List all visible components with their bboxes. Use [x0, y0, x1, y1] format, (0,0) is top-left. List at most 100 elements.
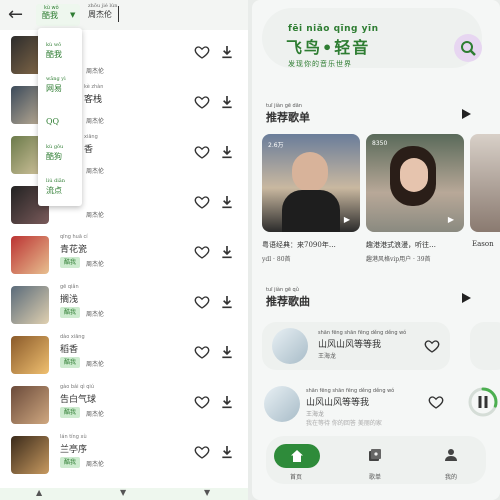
download-icon[interactable] [220, 344, 234, 360]
source-option[interactable]: kù gǒu 酷狗 [38, 134, 82, 168]
source-option[interactable]: wǎng yì 网易 [38, 66, 82, 100]
result-row[interactable]: gào bái qì qiú 告白气球 酷我 周杰伦 [0, 380, 248, 430]
nav-home-button[interactable] [274, 444, 320, 468]
playlist-card[interactable]: 8350 ▶ [366, 134, 464, 232]
result-row[interactable]: qīng huā cí 青花瓷 酷我 周杰伦 [0, 230, 248, 280]
playlist-name: Eason [472, 240, 494, 248]
heart-icon[interactable] [194, 344, 210, 360]
result-row[interactable]: gē qiǎn 搁浅 酷我 周杰伦 [0, 280, 248, 330]
playlist-card[interactable]: 2.6万 ▶ [262, 134, 360, 232]
nav-label-playlists: 歌单 [369, 474, 382, 481]
pause-icon [478, 396, 482, 408]
bottom-strip: ▲ ▼ ▼ [0, 488, 248, 500]
heart-icon[interactable] [194, 244, 210, 260]
heart-icon[interactable] [194, 394, 210, 410]
playlist-name: 趣港港式浪漫，听往… [366, 241, 436, 249]
option-pinyin: kù wǒ [46, 42, 62, 48]
download-icon[interactable] [220, 144, 234, 160]
download-icon[interactable] [220, 94, 234, 110]
play-icon[interactable]: ▶ [448, 215, 454, 224]
caret-down-icon: ▼ [70, 11, 76, 19]
play-icon[interactable]: ▶ [344, 215, 350, 224]
artist-name: 周杰伦 [86, 461, 105, 468]
mini-player[interactable]: shān fēng shān fēng děng děng wǒ 山风山风等等我… [260, 380, 500, 428]
song-cover [272, 328, 308, 364]
song-title: 青花瓷 [60, 245, 88, 255]
home-icon [291, 450, 303, 462]
play-count: 2.6万 [268, 142, 284, 149]
heart-icon[interactable] [194, 94, 210, 110]
playlist-author: ydl · 80首 [262, 256, 291, 263]
bottom-nav: 首页 歌单 我的 [266, 436, 486, 484]
song-card[interactable] [470, 322, 500, 370]
song-title-pinyin: lán tíng xù [60, 434, 87, 440]
heart-icon[interactable] [194, 44, 210, 60]
playlist-author: 趣港风格vip用户 · 39首 [366, 256, 431, 263]
artist-name: 周杰伦 [86, 118, 105, 125]
album-cover [11, 386, 49, 424]
song-title-pinyin: gē qiǎn [60, 284, 79, 290]
result-row[interactable]: lán tíng xù 兰亭序 酷我 周杰伦 [0, 430, 248, 480]
download-icon[interactable] [220, 44, 234, 60]
source-option[interactable]: kù wǒ 酷我 [38, 32, 82, 66]
app-tagline: 发现你的音乐世界 [288, 60, 352, 68]
heart-icon[interactable] [194, 444, 210, 460]
source-badge: 酷我 [60, 307, 80, 318]
nav-label-home: 首页 [290, 474, 303, 481]
progress-ring [468, 387, 498, 417]
artist-name: 王海龙 [318, 353, 337, 360]
up-arrow-icon[interactable]: ▲ [36, 488, 42, 497]
download-icon[interactable] [220, 394, 234, 410]
down-arrow-icon[interactable]: ▼ [120, 488, 126, 497]
player-artist: 王海龙 [306, 411, 325, 418]
header-card: fēi niǎo qīng yīn 飞鸟•轻音 发现你的音乐世界 [262, 8, 482, 68]
option-label: 流点 [46, 186, 62, 195]
song-card[interactable]: shān fēng shān fēng děng děng wǒ 山风山风等等我… [262, 322, 450, 370]
person-icon[interactable] [444, 448, 458, 462]
down-arrow-icon[interactable]: ▼ [204, 488, 210, 497]
search-input[interactable]: zhōu jié lún 周杰伦 [88, 3, 117, 20]
heart-icon[interactable] [194, 194, 210, 210]
song-title: 兰亭序 [60, 445, 88, 455]
screen: ← kù wǒ 酷我 ▼ zhōu jié lún 周杰伦 周杰伦 kè zhà… [0, 0, 500, 500]
song-title-pinyin: kè zhàn [84, 84, 104, 90]
download-icon[interactable] [220, 194, 234, 210]
source-badge: 酷我 [60, 457, 80, 468]
result-row[interactable]: dào xiāng 稻香 酷我 周杰伦 [0, 330, 248, 380]
source-select-label: 酷我 [42, 11, 58, 20]
text-cursor [118, 6, 119, 22]
player-title: 山风山风等等我 [306, 398, 370, 408]
back-arrow-icon[interactable]: ← [8, 4, 23, 25]
source-option[interactable]: QQ [38, 100, 82, 134]
source-select[interactable]: kù wǒ 酷我 ▼ [36, 4, 80, 26]
play-icon[interactable] [460, 292, 472, 304]
song-title: 告白气球 [60, 395, 97, 405]
option-label: 酷狗 [46, 152, 62, 161]
heart-icon[interactable] [194, 144, 210, 160]
search-button[interactable] [454, 34, 482, 62]
playlist-cover-face [292, 152, 328, 192]
heart-icon[interactable] [428, 394, 444, 410]
download-icon[interactable] [220, 294, 234, 310]
heart-icon[interactable] [194, 294, 210, 310]
playlist-card[interactable] [470, 134, 500, 232]
download-icon[interactable] [220, 444, 234, 460]
player-cover [264, 386, 300, 422]
library-icon[interactable] [368, 448, 382, 462]
source-badge: 酷我 [60, 407, 80, 418]
play-count: 8350 [372, 140, 388, 147]
option-pinyin: wǎng yì [46, 76, 66, 82]
option-label: QQ [46, 117, 60, 126]
logo-pinyin: fēi niǎo qīng yīn [288, 24, 379, 34]
play-icon[interactable] [460, 108, 472, 120]
album-cover [11, 236, 49, 274]
artist-name: 周杰伦 [86, 411, 105, 418]
song-title-pinyin: shān fēng shān fēng děng děng wǒ [318, 330, 407, 336]
home-panel: fēi niǎo qīng yīn 飞鸟•轻音 发现你的音乐世界 tuī jià… [252, 0, 500, 500]
heart-icon[interactable] [424, 338, 440, 354]
source-badge: 酷我 [60, 357, 80, 368]
download-icon[interactable] [220, 244, 234, 260]
nav-label-mine: 我的 [445, 474, 458, 481]
playlist-name: 粤语经典：来7090年… [262, 241, 336, 249]
source-option[interactable]: liú diǎn 流点 [38, 168, 82, 202]
